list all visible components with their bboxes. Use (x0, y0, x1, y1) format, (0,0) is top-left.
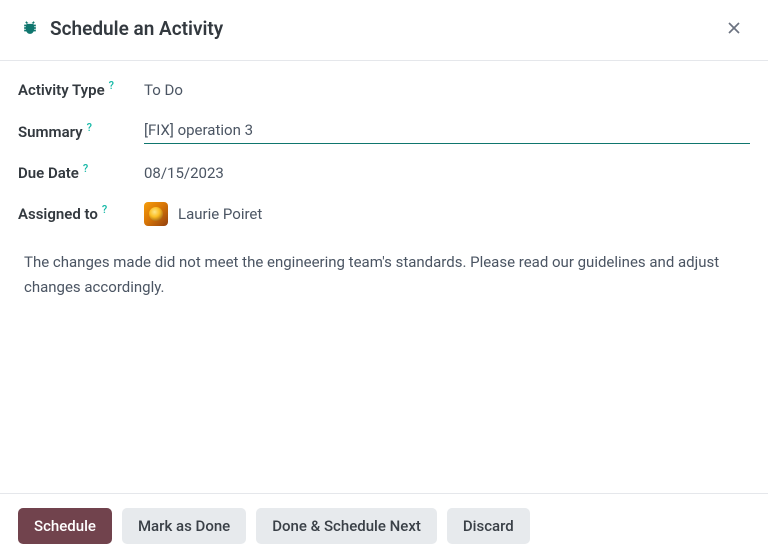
activity-type-value[interactable]: To Do (144, 81, 750, 99)
modal-body: Activity Type ? To Do Summary ? Due Date… (0, 61, 768, 300)
activity-type-label-text: Activity Type (18, 81, 105, 99)
assigned-to-label-text: Assigned to (18, 205, 98, 223)
summary-label-text: Summary (18, 123, 83, 141)
help-icon[interactable]: ? (83, 162, 88, 175)
description-text[interactable]: The changes made did not meet the engine… (18, 246, 750, 300)
modal-footer: Schedule Mark as Done Done & Schedule Ne… (0, 493, 768, 558)
due-date-label: Due Date ? (18, 164, 144, 182)
activity-type-label: Activity Type ? (18, 81, 144, 99)
assignee-name: Laurie Poiret (178, 205, 262, 223)
help-icon[interactable]: ? (102, 203, 107, 216)
summary-input[interactable] (144, 119, 750, 144)
done-schedule-next-button[interactable]: Done & Schedule Next (256, 508, 437, 544)
summary-label: Summary ? (18, 123, 144, 141)
modal-title: Schedule an Activity (50, 17, 223, 40)
due-date-value[interactable]: 08/15/2023 (144, 164, 750, 182)
discard-button[interactable]: Discard (447, 508, 530, 544)
due-date-row: Due Date ? 08/15/2023 (18, 164, 750, 182)
summary-row: Summary ? (18, 119, 750, 144)
activity-type-row: Activity Type ? To Do (18, 81, 750, 99)
avatar (144, 202, 168, 226)
bug-icon (20, 18, 40, 38)
modal-title-wrap: Schedule an Activity (20, 17, 223, 40)
close-icon (724, 18, 744, 38)
schedule-button[interactable]: Schedule (18, 508, 112, 544)
assignee-value-wrap[interactable]: Laurie Poiret (144, 202, 262, 226)
assigned-to-row: Assigned to ? Laurie Poiret (18, 202, 750, 226)
mark-as-done-button[interactable]: Mark as Done (122, 508, 246, 544)
modal-header: Schedule an Activity (0, 0, 768, 61)
help-icon[interactable]: ? (87, 121, 92, 134)
close-button[interactable] (720, 14, 748, 42)
due-date-label-text: Due Date (18, 164, 79, 182)
help-icon[interactable]: ? (109, 79, 114, 92)
assigned-to-label: Assigned to ? (18, 205, 144, 223)
